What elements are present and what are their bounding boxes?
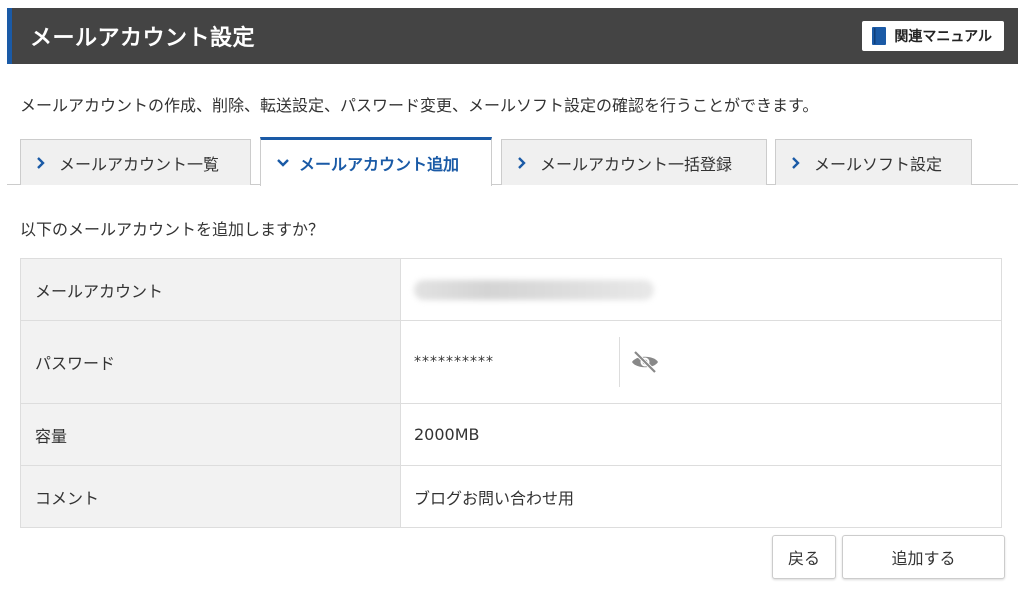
page-title: メールアカウント設定 <box>30 26 256 51</box>
comment-label: コメント <box>20 465 401 528</box>
book-icon <box>872 27 887 45</box>
chevron-right-icon <box>792 156 802 169</box>
account-details-table: メールアカウント パスワード ********** 容量 2000MB コメント… <box>20 258 1002 528</box>
password-value: ********** <box>414 354 494 370</box>
table-row: パスワード ********** <box>20 320 1002 404</box>
tab-label: メールアカウント一括登録 <box>540 154 733 174</box>
account-value <box>400 258 1002 321</box>
tab-label: メールソフト設定 <box>814 154 943 174</box>
comment-value: ブログお問い合わせ用 <box>400 465 1002 528</box>
page-description: メールアカウントの作成、削除、転送設定、パスワード変更、メールソフト設定の確認を… <box>20 96 819 115</box>
add-button[interactable]: 追加する <box>842 535 1005 579</box>
chevron-down-icon <box>277 159 289 167</box>
password-cell: ********** <box>400 320 1002 404</box>
eye-slash-icon[interactable] <box>630 349 660 375</box>
related-manual-button[interactable]: 関連マニュアル <box>862 21 1004 51</box>
divider <box>619 337 620 387</box>
related-manual-label: 関連マニュアル <box>894 29 992 45</box>
capacity-value: 2000MB <box>400 403 1002 466</box>
table-row: コメント ブログお問い合わせ用 <box>20 465 1002 528</box>
tab-account-list[interactable]: メールアカウント一覧 <box>20 139 251 185</box>
account-label: メールアカウント <box>20 258 401 321</box>
tab-bar: メールアカウント一覧 メールアカウント追加 メールアカウント一括登録 メールソフ… <box>7 137 1018 186</box>
tab-account-add[interactable]: メールアカウント追加 <box>260 137 492 186</box>
table-row: メールアカウント <box>20 258 1002 321</box>
tab-account-bulk-register[interactable]: メールアカウント一括登録 <box>501 139 767 185</box>
tab-mail-software-settings[interactable]: メールソフト設定 <box>775 139 972 185</box>
chevron-right-icon <box>518 156 528 169</box>
tab-label: メールアカウント追加 <box>299 155 460 174</box>
tab-label: メールアカウント一覧 <box>59 154 220 174</box>
password-label: パスワード <box>20 320 401 404</box>
table-row: 容量 2000MB <box>20 403 1002 466</box>
page-header: メールアカウント設定 関連マニュアル <box>7 8 1018 64</box>
blurred-email <box>414 279 654 300</box>
capacity-label: 容量 <box>20 403 401 466</box>
chevron-right-icon <box>37 156 47 169</box>
confirm-message: 以下のメールアカウントを追加しますか？ <box>20 220 325 239</box>
back-button[interactable]: 戻る <box>772 535 836 579</box>
